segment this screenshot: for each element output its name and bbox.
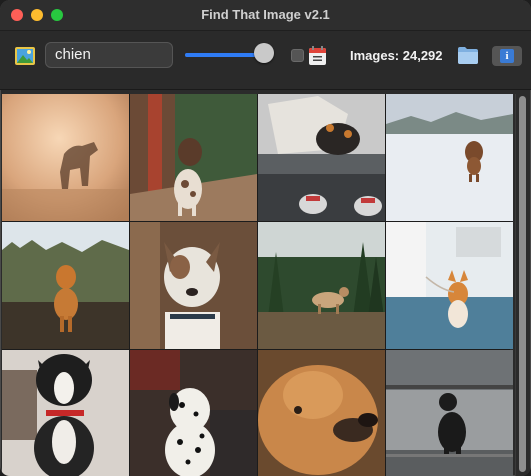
image-thumbnail[interactable] (2, 94, 129, 221)
image-thumbnail[interactable] (386, 94, 513, 221)
toolbar: chien Images: 24,292 i (0, 31, 531, 90)
info-button[interactable]: i (492, 46, 522, 66)
dog-photo-6 (130, 222, 257, 349)
folder-icon[interactable] (457, 45, 479, 65)
title-bar: Find That Image v2.1 (0, 0, 531, 31)
dog-photo-4 (386, 94, 513, 221)
image-thumbnail[interactable] (130, 350, 257, 476)
image-thumbnail[interactable] (130, 222, 257, 349)
dog-photo-9 (2, 350, 129, 476)
image-grid (2, 94, 513, 476)
dog-photo-11 (258, 350, 385, 476)
image-thumbnail[interactable] (258, 94, 385, 221)
picture-icon[interactable] (15, 47, 35, 65)
info-icon: i (500, 49, 514, 63)
image-thumbnail[interactable] (130, 94, 257, 221)
image-thumbnail[interactable] (258, 222, 385, 349)
image-thumbnail[interactable] (386, 350, 513, 476)
image-thumbnail[interactable] (258, 350, 385, 476)
dog-photo-7 (258, 222, 385, 349)
dog-photo-1 (2, 94, 129, 221)
scrollbar-thumb[interactable] (519, 96, 526, 472)
dog-photo-2 (130, 94, 257, 221)
date-filter-checkbox[interactable] (291, 49, 304, 62)
slider-fill (185, 53, 265, 57)
dog-photo-3 (258, 94, 385, 221)
calendar-icon (309, 46, 326, 65)
image-thumbnail[interactable] (2, 350, 129, 476)
image-thumbnail[interactable] (386, 222, 513, 349)
dog-photo-8 (386, 222, 513, 349)
slider-thumb[interactable] (254, 43, 275, 63)
image-count-label: Images: 24,292 (350, 48, 443, 63)
vertical-scrollbar[interactable] (515, 94, 530, 476)
image-thumbnail[interactable] (2, 222, 129, 349)
window-title: Find That Image v2.1 (201, 7, 330, 22)
search-input[interactable]: chien (45, 42, 173, 68)
dog-photo-5 (2, 222, 129, 349)
app-window: Find That Image v2.1 chien Images: 24,29… (0, 0, 531, 476)
dog-photo-10 (130, 350, 257, 476)
dog-photo-12 (386, 350, 513, 476)
